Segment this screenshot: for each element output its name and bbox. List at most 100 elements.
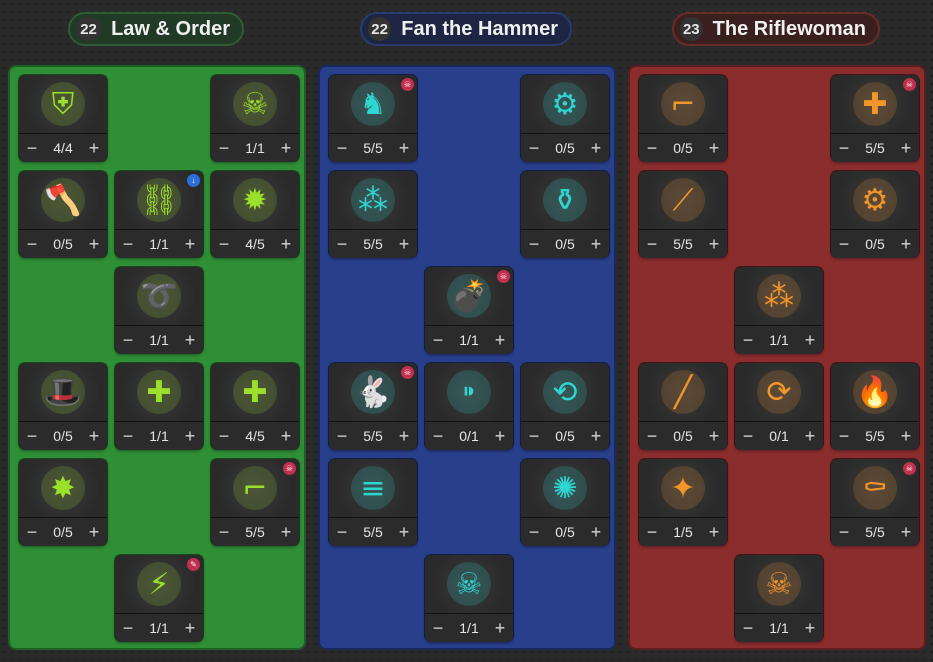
decrease-rank-button[interactable]: − [831,518,857,546]
skill-node[interactable]: 💣 ☠ −1/1 + [425,267,513,354]
skill-node[interactable]: ✸ −0/5 + [19,459,107,546]
skill-node[interactable]: ⌐ −0/5 + [639,75,727,162]
skill-node[interactable]: ⟳ −0/1 + [735,363,823,450]
skill-node[interactable]: 🪓 −0/5 + [19,171,107,258]
skill-node[interactable]: ⚰ ☠ −5/5 + [831,459,919,546]
increase-rank-button[interactable]: + [893,134,919,162]
increase-rank-button[interactable]: + [81,134,107,162]
shield-badge-icon[interactable]: ⛨ [19,75,107,133]
skill-node[interactable]: 🎩 −0/5 + [19,363,107,450]
decrease-rank-button[interactable]: − [521,518,547,546]
decrease-rank-button[interactable]: − [735,326,761,354]
slash-cards-icon[interactable]: ⟋ [639,171,727,229]
increase-rank-button[interactable]: + [273,134,299,162]
burning-card-icon[interactable]: 🔥 [831,363,919,421]
skull-badge-icon[interactable]: ☠ [211,75,299,133]
increase-rank-button[interactable]: + [893,230,919,258]
decrease-rank-button[interactable]: − [735,422,761,450]
skill-node[interactable]: ⌐ ☠ −5/5 + [211,459,299,546]
decrease-rank-button[interactable]: − [639,134,665,162]
decrease-rank-button[interactable]: − [639,422,665,450]
increase-rank-button[interactable]: + [273,518,299,546]
skill-node[interactable]: ⚙ −0/5 + [521,75,609,162]
skill-node[interactable]: ⛓ ↓ −1/1 + [115,171,203,258]
hat-brush-icon[interactable]: 🎩 [19,363,107,421]
ammo-stack-icon[interactable]: ⁂ [329,171,417,229]
skill-node[interactable]: ⟲ −0/5 + [521,363,609,450]
skill-node[interactable]: ✦ −1/5 + [639,459,727,546]
decrease-rank-button[interactable]: − [425,422,451,450]
decrease-rank-button[interactable]: − [329,518,355,546]
decrease-rank-button[interactable]: − [115,614,141,642]
decrease-rank-button[interactable]: − [831,230,857,258]
skill-node[interactable]: ♞ ☠ −5/5 + [329,75,417,162]
increase-rank-button[interactable]: + [487,326,513,354]
rifle-barrel-icon[interactable]: ╱ [639,363,727,421]
decrease-rank-button[interactable]: − [211,230,237,258]
increase-rank-button[interactable]: + [273,230,299,258]
skill-node[interactable]: ⚱ −0/5 + [521,171,609,258]
increase-rank-button[interactable]: + [391,134,417,162]
decrease-rank-button[interactable]: − [329,134,355,162]
increase-rank-button[interactable]: + [701,134,727,162]
shatter-arrow-icon[interactable]: ✸ [19,459,107,517]
muzzle-flash-icon[interactable]: ✦ [639,459,727,517]
skill-node[interactable]: ⁂ −5/5 + [329,171,417,258]
increase-rank-button[interactable]: + [583,422,609,450]
decrease-rank-button[interactable]: − [19,134,45,162]
increase-rank-button[interactable]: + [177,326,203,354]
scope-mechanism-icon[interactable]: ⚙ [831,171,919,229]
skull-crossed-rifles-icon[interactable]: ☠ [735,555,823,613]
decrease-rank-button[interactable]: − [19,230,45,258]
decrease-rank-button[interactable]: − [115,326,141,354]
increase-rank-button[interactable]: + [81,422,107,450]
skill-node[interactable]: ╱ −0/5 + [639,363,727,450]
sheriff-star-icon[interactable]: ✹ [211,171,299,229]
increase-rank-button[interactable]: + [893,518,919,546]
skill-node[interactable]: ☠ −1/1 + [211,75,299,162]
decrease-rank-button[interactable]: − [639,230,665,258]
bottle-gun-icon[interactable]: ⚱ [521,171,609,229]
skill-node[interactable]: ⛨ −4/4 + [19,75,107,162]
decrease-rank-button[interactable]: − [329,230,355,258]
increase-rank-button[interactable]: + [797,422,823,450]
increase-rank-button[interactable]: + [701,422,727,450]
skill-node[interactable]: ≡ −5/5 + [329,459,417,546]
revolver-cylinder-icon[interactable]: ⚙ [521,75,609,133]
skill-node[interactable]: ➰ −1/1 + [115,267,203,354]
increase-rank-button[interactable]: + [391,422,417,450]
skill-node[interactable]: ✺ −0/5 + [521,459,609,546]
increase-rank-button[interactable]: + [177,422,203,450]
skill-node[interactable]: ✚ ☠ −5/5 + [831,75,919,162]
bullet-pile-icon[interactable]: ⁂ [735,267,823,325]
decrease-rank-button[interactable]: − [211,134,237,162]
increase-rank-button[interactable]: + [273,422,299,450]
increase-rank-button[interactable]: + [797,614,823,642]
hatchet-icon[interactable]: 🪓 [19,171,107,229]
decrease-rank-button[interactable]: − [425,326,451,354]
skill-node[interactable]: ☠ −1/1 + [735,555,823,642]
decrease-rank-button[interactable]: − [735,614,761,642]
rope-lasso-icon[interactable]: ➰ [115,267,203,325]
skill-node[interactable]: ⚙ −0/5 + [831,171,919,258]
increase-rank-button[interactable]: + [583,230,609,258]
skill-node[interactable]: ✹ −4/5 + [211,171,299,258]
increase-rank-button[interactable]: + [177,614,203,642]
decrease-rank-button[interactable]: − [521,230,547,258]
decrease-rank-button[interactable]: − [211,422,237,450]
decrease-rank-button[interactable]: − [425,614,451,642]
decrease-rank-button[interactable]: − [521,134,547,162]
noose-plus-icon[interactable]: ✚ [115,363,203,421]
decrease-rank-button[interactable]: − [329,422,355,450]
increase-rank-button[interactable]: + [583,518,609,546]
skill-node[interactable]: 🐇 ☠ −5/5 + [329,363,417,450]
increase-rank-button[interactable]: + [391,518,417,546]
increase-rank-button[interactable]: + [487,614,513,642]
decrease-rank-button[interactable]: − [115,230,141,258]
cylinder-arrow-icon[interactable]: ⟳ [735,363,823,421]
bullets-icon[interactable]: ⁍ [425,363,513,421]
dynamite-icon[interactable]: ≡ [329,459,417,517]
increase-rank-button[interactable]: + [701,230,727,258]
skill-node[interactable]: ☠ −1/1 + [425,555,513,642]
gun-plus-icon[interactable]: ✚ [211,363,299,421]
